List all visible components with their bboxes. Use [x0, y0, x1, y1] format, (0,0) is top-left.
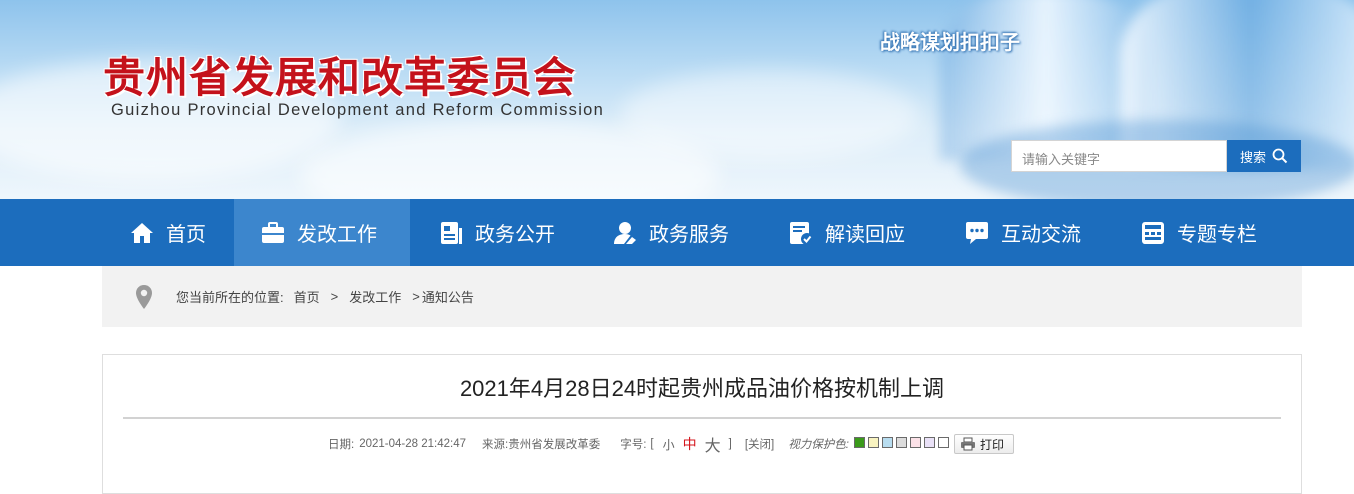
header-banner: 贵州省发展和改革委员会 Guizhou Provincial Developme…: [0, 0, 1354, 199]
search-button-label: 搜索: [1239, 149, 1266, 165]
nav-item-label: 互动交流: [1001, 224, 1081, 246]
article-meta: 日期: 2021-04-28 21:42:47 来源: 贵州省发展改革委 字号:…: [328, 433, 1014, 455]
source-label: 来源:: [482, 439, 509, 451]
vision-color-swatch[interactable]: [895, 437, 907, 448]
breadcrumb: 您当前所在的位置: 首页 > 发改工作 > 通知公告: [102, 266, 1302, 327]
font-size-label: 字号:: [620, 439, 647, 451]
banner-cloud: [620, 70, 920, 160]
site-subtitle: Guizhou Provincial Development and Refor…: [111, 101, 605, 119]
site-title: 贵州省发展和改革委员会: [103, 53, 577, 102]
print-button[interactable]: 打印: [953, 434, 1014, 454]
breadcrumb-link-notices[interactable]: 通知公告: [422, 287, 474, 306]
vision-color-swatch[interactable]: [867, 437, 879, 448]
panel-icon: [1142, 221, 1164, 244]
search-placeholder: 请输入关键字: [1022, 152, 1101, 167]
briefcase-icon: [262, 221, 284, 243]
main-nav: 首页 发改工作 政务公开 政务服务 解读回应 互动交流 专题专栏: [0, 199, 1354, 266]
font-size-small[interactable]: 小: [663, 436, 675, 453]
vision-protection-label: 视力保护色:: [788, 439, 849, 451]
nav-item-interaction[interactable]: 互动交流: [964, 199, 1081, 266]
nav-item-label: 政务服务: [649, 224, 729, 246]
search-button[interactable]: 搜索: [1227, 140, 1301, 172]
vision-color-swatch[interactable]: [881, 437, 893, 448]
nav-item-gov-services[interactable]: 政务服务: [612, 199, 729, 266]
font-size-large[interactable]: 大: [705, 432, 721, 456]
vision-color-swatch[interactable]: [909, 437, 921, 448]
search-input[interactable]: 请输入关键字: [1011, 140, 1227, 172]
vision-color-swatches: [853, 437, 952, 451]
nav-item-public-affairs[interactable]: 政务公开: [438, 199, 555, 266]
chat-bubble-icon: [966, 221, 988, 244]
nav-item-interpretation[interactable]: 解读回应: [788, 199, 905, 266]
breadcrumb-separator: >: [412, 289, 420, 304]
breadcrumb-prefix: 您当前所在的位置:: [176, 290, 284, 305]
nav-item-label: 专题专栏: [1177, 224, 1257, 246]
nav-item-reform-work[interactable]: 发改工作: [234, 199, 410, 266]
vision-color-swatch[interactable]: [923, 437, 935, 448]
date-label: 日期:: [328, 439, 355, 451]
service-user-icon: [614, 221, 636, 244]
nav-item-home[interactable]: 首页: [129, 199, 206, 266]
article-title: 2021年4月28日24时起贵州成品油价格按机制上调: [459, 376, 945, 401]
nav-item-label: 政务公开: [475, 224, 555, 246]
document-edit-icon: [790, 221, 813, 245]
search-icon: [1272, 148, 1288, 164]
font-size-medium[interactable]: 中: [683, 434, 697, 454]
breadcrumb-link-home[interactable]: 首页: [294, 287, 320, 306]
publish-date: 2021-04-28 21:42:47: [359, 438, 466, 450]
article-source: 贵州省发展改革委: [508, 439, 601, 451]
article-container: 2021年4月28日24时起贵州成品油价格按机制上调 日期: 2021-04-2…: [102, 354, 1302, 494]
vision-color-swatch[interactable]: [937, 437, 949, 448]
bracket-open: [: [650, 438, 654, 450]
print-label: 打印: [979, 437, 1004, 452]
home-icon: [131, 222, 153, 243]
title-divider: [123, 417, 1281, 419]
bracket-close: ]: [728, 438, 732, 450]
header-slogan: 战略谋划扣扣子: [880, 32, 1020, 54]
nav-item-label: 首页: [166, 224, 206, 246]
vision-color-swatch[interactable]: [853, 437, 865, 448]
nav-item-label: 发改工作: [297, 224, 377, 246]
nav-item-label: 解读回应: [825, 224, 905, 246]
document-list-icon: [441, 221, 462, 244]
breadcrumb-separator: >: [330, 289, 339, 304]
nav-item-special-topics[interactable]: 专题专栏: [1140, 199, 1257, 266]
close-page-link[interactable]: [关闭]: [745, 436, 774, 452]
breadcrumb-link-reform-work[interactable]: 发改工作: [349, 287, 401, 306]
location-pin-icon: [136, 284, 152, 309]
printer-icon: [960, 437, 975, 451]
